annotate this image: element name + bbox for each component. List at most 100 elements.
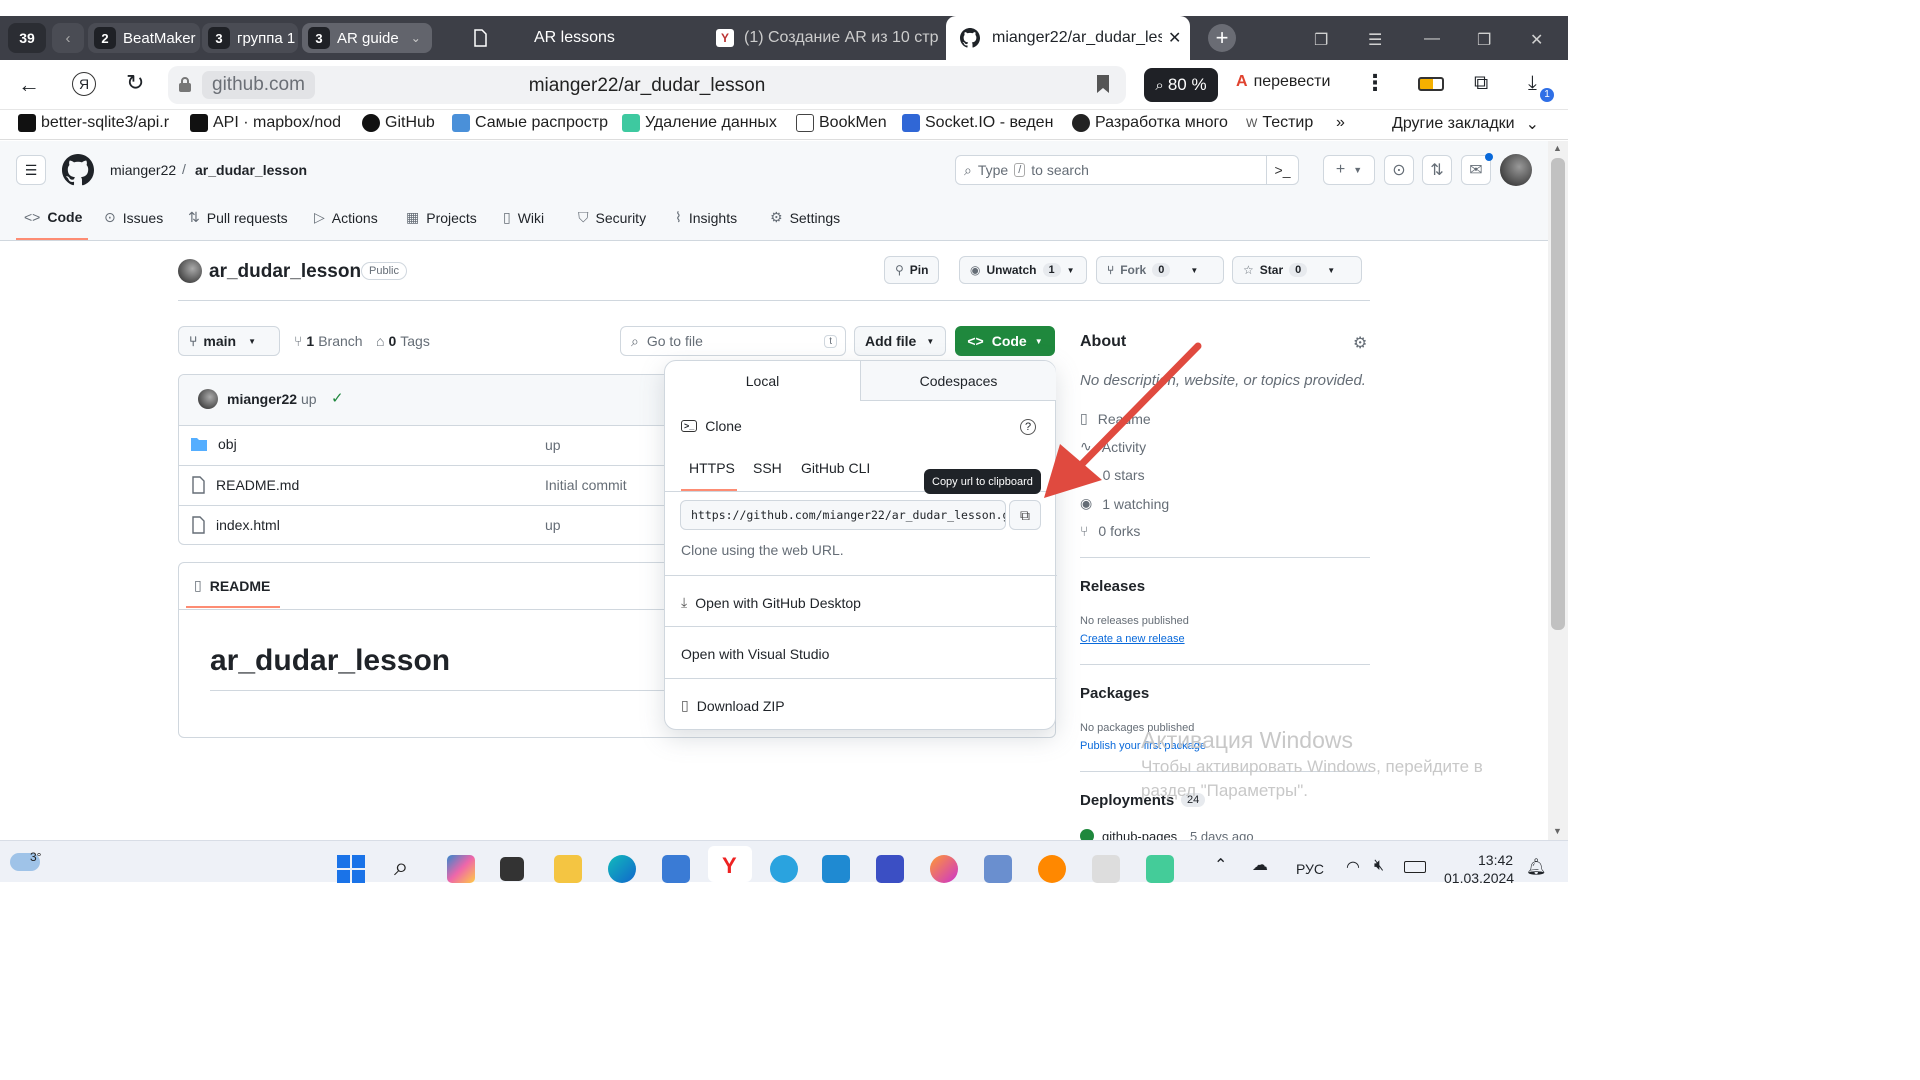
commit-message[interactable]: up: [301, 391, 317, 407]
tab-group-gruppa[interactable]: 3 группа 1: [202, 23, 298, 53]
firefox-icon[interactable]: [930, 855, 958, 883]
pin-button[interactable]: ⚲ Pin: [884, 256, 940, 284]
tab-count-button[interactable]: 39: [8, 23, 46, 53]
issues-button[interactable]: ⊙: [1384, 155, 1414, 185]
more-vertical-icon[interactable]: ⋮: [1364, 70, 1386, 96]
unwatch-button[interactable]: ◉ Unwatch 1 ▼: [959, 256, 1087, 284]
hamburger-menu-button[interactable]: ☰: [16, 155, 46, 185]
bookmark-item[interactable]: Удаление данных: [622, 114, 778, 132]
battery-saver-icon[interactable]: [1418, 77, 1444, 91]
breadcrumb-repo[interactable]: ar_dudar_lesson: [195, 162, 307, 178]
bookmark-item[interactable]: API · mapbox/nod: [190, 114, 348, 132]
protocol-tab-cli[interactable]: GitHub CLI: [801, 460, 870, 476]
tab-code[interactable]: <> Code: [24, 209, 82, 225]
store-icon[interactable]: [662, 855, 690, 883]
back-tabs-button[interactable]: ‹: [52, 23, 84, 53]
download-icon[interactable]: ⤓: [1528, 72, 1537, 95]
file-commit-msg[interactable]: up: [545, 517, 561, 533]
table-row[interactable]: index.html: [190, 516, 280, 534]
yandex-icon[interactable]: Я: [72, 72, 96, 96]
file-name[interactable]: obj: [218, 436, 237, 452]
network-app-icon[interactable]: [984, 855, 1012, 883]
python-icon[interactable]: [1146, 855, 1174, 883]
tab-actions[interactable]: ▷ Actions: [314, 209, 378, 226]
new-tab-button[interactable]: +: [1208, 24, 1236, 52]
table-row[interactable]: obj: [190, 436, 237, 452]
tab-projects[interactable]: ▦ Projects: [406, 209, 477, 226]
file-commit-msg[interactable]: Initial commit: [545, 477, 627, 493]
commit-author[interactable]: mianger22: [227, 391, 297, 407]
clock-date[interactable]: 01.03.2024: [1444, 870, 1514, 886]
clone-url-input[interactable]: https://github.com/mianger22/ar_dudar_le…: [680, 500, 1006, 530]
translate-button[interactable]: A перевести: [1236, 73, 1330, 91]
fork-button[interactable]: ⑂ Fork 0 ▼: [1096, 256, 1224, 284]
bookmark-item[interactable]: Socket.IO - веден: [902, 114, 1058, 132]
bookmark-item[interactable]: GitHub: [362, 114, 442, 132]
tab-issues[interactable]: ⊙ Issues: [104, 209, 163, 226]
scroll-up-icon[interactable]: ▲: [1553, 143, 1562, 153]
tab-settings[interactable]: ⚙ Settings: [770, 209, 840, 226]
gear-icon[interactable]: ⚙: [1353, 333, 1367, 353]
copilot-icon[interactable]: [447, 855, 475, 883]
bookmark-item[interactable]: Разработка много: [1072, 114, 1228, 132]
vscode-icon[interactable]: [822, 855, 850, 883]
unity-icon[interactable]: [1092, 855, 1120, 883]
language-indicator[interactable]: РУС: [1296, 861, 1324, 877]
reload-icon[interactable]: ↻: [126, 70, 144, 96]
file-commit-msg[interactable]: up: [545, 437, 561, 453]
start-icon[interactable]: [337, 855, 365, 883]
scrollbar-thumb[interactable]: [1551, 158, 1565, 630]
task-view-icon[interactable]: [500, 857, 524, 881]
forks-link[interactable]: ⑂ 0 forks: [1080, 523, 1140, 539]
readme-tab[interactable]: ▯ README: [194, 577, 270, 594]
tab-github-active[interactable]: mianger22/ar_dudar_les ✕: [946, 16, 1190, 60]
menu-icon[interactable]: ☰: [1368, 30, 1382, 50]
create-release-link[interactable]: Create a new release: [1080, 633, 1185, 645]
global-search-input[interactable]: ⌕ Type / to search >_: [955, 155, 1299, 185]
tab-insights[interactable]: ⌇ Insights: [675, 209, 737, 226]
packages-title[interactable]: Packages: [1080, 685, 1149, 702]
tab-pull-requests[interactable]: ⇅ Pull requests: [188, 209, 288, 226]
tab-group-beatmaker[interactable]: 2 BeatMaker: [88, 23, 200, 53]
close-tab-icon[interactable]: ✕: [1168, 28, 1181, 48]
cloud-icon[interactable]: ☁: [1252, 855, 1268, 875]
back-arrow-icon[interactable]: ←: [18, 72, 40, 98]
avatar[interactable]: [1500, 154, 1532, 186]
file-explorer-icon[interactable]: [554, 855, 582, 883]
star-button[interactable]: ☆ Star 0 ▼: [1232, 256, 1362, 284]
open-desktop-item[interactable]: ⤓ Open with GitHub Desktop: [681, 594, 861, 611]
minimize-icon[interactable]: —: [1424, 30, 1440, 48]
telegram-icon[interactable]: [770, 855, 798, 883]
protocol-tab-ssh[interactable]: SSH: [753, 460, 782, 476]
repo-title[interactable]: ar_dudar_lesson: [209, 261, 361, 283]
battery-icon[interactable]: [1404, 861, 1426, 873]
protocol-tab-https[interactable]: HTTPS: [689, 460, 735, 476]
bookmark-item[interactable]: W Тестир: [1246, 114, 1320, 132]
other-bookmarks-button[interactable]: Другие закладки ⌄: [1392, 114, 1539, 134]
branches-link[interactable]: ⑂ 1 Branch: [294, 333, 363, 349]
bookmark-item[interactable]: better-sqlite3/api.r: [18, 114, 176, 132]
collections-icon[interactable]: ❐: [1314, 30, 1328, 50]
zoom-badge[interactable]: ⌕ 80 %: [1144, 68, 1218, 102]
extensions-icon[interactable]: ⧉: [1474, 72, 1488, 95]
chevron-up-icon[interactable]: ⌃: [1214, 855, 1227, 875]
file-name[interactable]: index.html: [216, 517, 280, 533]
scroll-down-icon[interactable]: ▼: [1553, 826, 1562, 836]
wifi-icon[interactable]: ◠: [1346, 857, 1360, 877]
blender-icon[interactable]: [1038, 855, 1066, 883]
breadcrumb-owner[interactable]: mianger22: [110, 162, 176, 178]
clock-time[interactable]: 13:42: [1478, 852, 1513, 868]
tab-ar-lessons[interactable]: AR lessons: [458, 16, 698, 60]
releases-title[interactable]: Releases: [1080, 578, 1145, 595]
search-icon[interactable]: ⌕: [394, 851, 409, 883]
bookmark-icon[interactable]: [1096, 74, 1110, 94]
tab-local[interactable]: Local: [665, 361, 860, 401]
github-logo-icon[interactable]: [62, 154, 94, 186]
edge-icon[interactable]: [608, 855, 636, 883]
file-name[interactable]: README.md: [216, 477, 299, 493]
go-to-file-input[interactable]: ⌕ Go to file t: [620, 326, 846, 356]
tab-codespaces[interactable]: Codespaces: [860, 361, 1056, 401]
create-new-button[interactable]: + ▼: [1323, 155, 1375, 185]
command-palette-icon[interactable]: >_: [1266, 156, 1298, 184]
volume-muted-icon[interactable]: 🔇︎: [1374, 857, 1384, 875]
